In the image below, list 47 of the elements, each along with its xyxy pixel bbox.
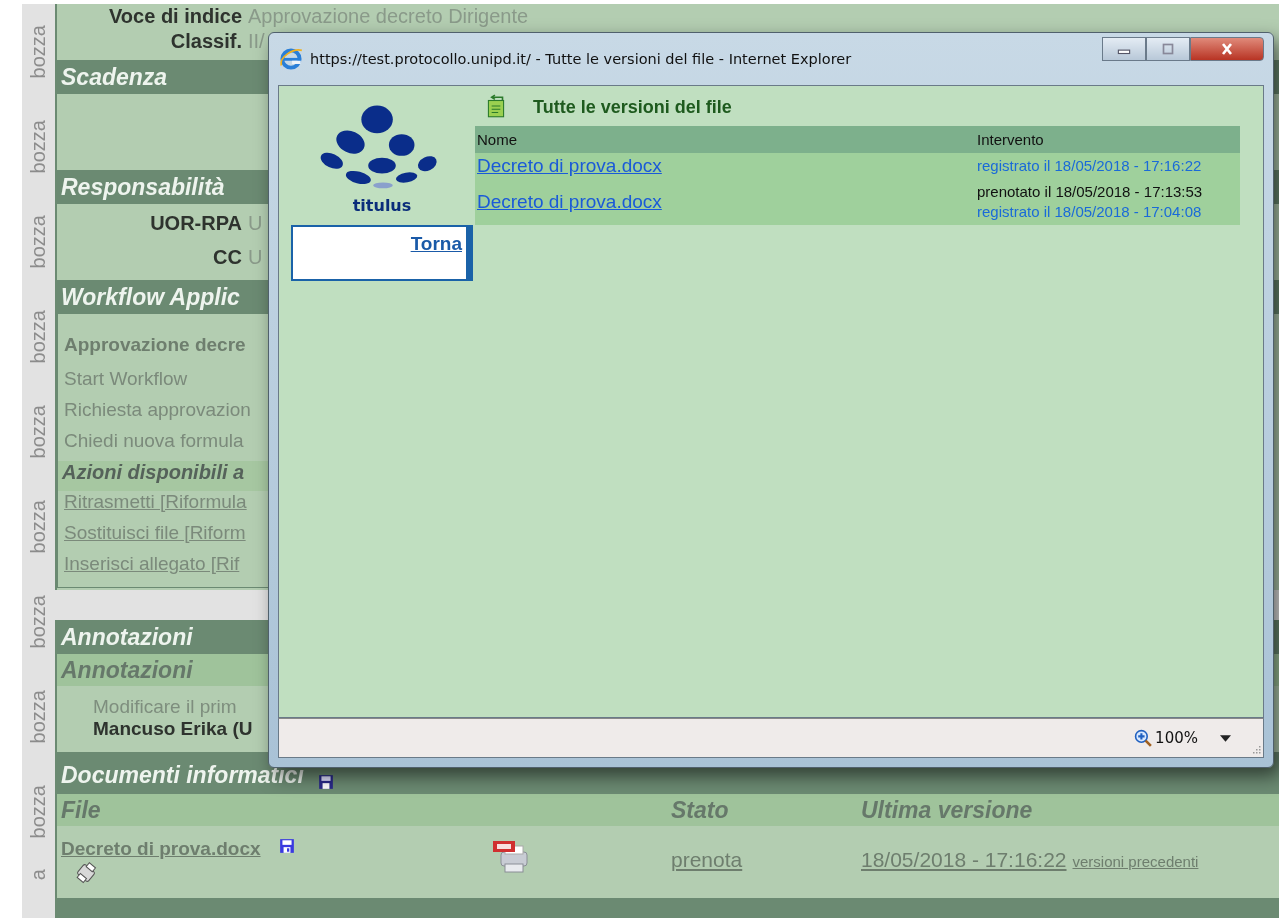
browser-icon [278,46,304,72]
action-link[interactable]: Sostituisci file [Riform [64,522,246,553]
action-link[interactable]: Inserisci allegato [Rif [64,553,240,584]
draft-label: bozza [27,499,50,554]
section-title: Documenti informatici [61,761,304,790]
draft-label: bozza [27,689,50,744]
workflow-step: Chiedi nuova formula [64,430,244,461]
version-event: prenotato il 18/05/2018 - 17:13:53 [977,182,1204,202]
field-label: UOR-RPA [149,212,243,235]
column-header: File [60,796,102,824]
back-link[interactable]: Torna [410,233,462,255]
column-header: Intervento [977,131,1045,148]
draft-label: bozza [27,24,50,79]
field-label: Voce di indice [108,4,243,28]
column-header: Nome [476,131,518,148]
version-date-link[interactable]: 18/05/2018 - 17:16:22 [861,848,1067,872]
status-link[interactable]: prenota [671,838,861,872]
floppy-icon[interactable] [278,838,295,854]
draft-label: bozza [27,309,50,364]
annotation-text: Modificare il prim [93,696,237,718]
draft-label: bozza [27,784,50,839]
action-link[interactable]: Ritrasmetti [Riformula [64,491,247,522]
draft-label: bozza [27,119,50,174]
field-label: CC [212,246,243,269]
resize-grip-icon[interactable] [1251,744,1261,754]
workflow-name: Approvazione decre [64,334,246,356]
file-link[interactable]: Decreto di prova.docx [61,838,261,860]
field-label: Classif. [169,30,243,53]
version-link[interactable]: registrato il 18/05/2018 - 17:04:08 [977,202,1240,222]
column-header: Stato [671,796,730,824]
caret-icon[interactable] [1220,734,1231,742]
zoom-icon[interactable] [1134,728,1154,748]
previous-versions-link[interactable]: versioni precedenti [1072,853,1199,870]
workflow-step: Start Workflow [64,368,188,399]
annotation-author: Mancuso Erika (U [93,718,253,740]
zoom-level[interactable]: 100% [1155,729,1198,747]
page-heading: Tutte le versioni del file [533,96,732,118]
draft-label: bozza [27,404,50,459]
column-header: Ultima versione [861,796,1034,824]
draft-label: a [27,869,50,881]
draft-label: bozza [27,594,50,649]
close-button[interactable] [1190,37,1264,61]
minimize-button[interactable] [1102,37,1146,61]
maximize-button[interactable] [1146,37,1190,61]
workflow-step: Richiesta approvazion [64,399,251,430]
draft-label: bozza [27,214,50,269]
floppy-icon[interactable] [317,774,334,790]
